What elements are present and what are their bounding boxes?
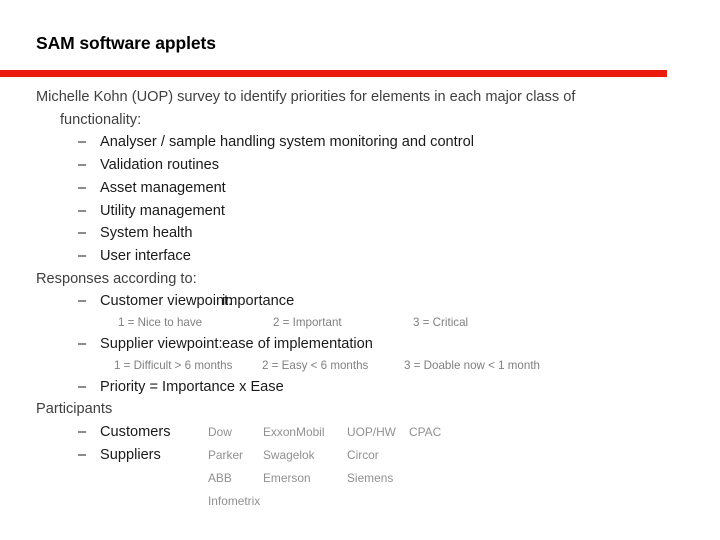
dash-bullet-icon: – [78, 202, 87, 219]
supplier-company-list-row3: Infometrix [36, 490, 696, 513]
company-name: Swagelok [263, 447, 315, 462]
slide-body: Michelle Kohn (UOP) survey to identify p… [36, 86, 696, 513]
customer-viewpoint-label: Customer viewpoint: [100, 293, 233, 310]
dash-bullet-icon: – [78, 424, 87, 441]
supplier-viewpoint-row: – Supplier viewpoint:ease of implementat… [36, 333, 696, 356]
participants-suppliers-row: – Suppliers Parker Swagelok Circor [36, 444, 696, 467]
dash-bullet-icon: – [78, 247, 87, 264]
list-item: – User interface [36, 245, 696, 268]
company-name: Siemens [347, 470, 394, 485]
functionality-list: – Analyser / sample handling system moni… [36, 131, 696, 267]
company-name: UOP/HW [347, 425, 396, 440]
dash-bullet-icon: – [78, 157, 87, 174]
customer-scale-1: 1 = Nice to have [118, 316, 203, 330]
company-name: CPAC [409, 425, 442, 440]
participants-customers-label: Customers [100, 424, 171, 441]
list-item: – Analyser / sample handling system moni… [36, 131, 696, 154]
title-divider-rule [0, 70, 667, 77]
list-item: – Validation routines [36, 154, 696, 177]
slide: SAM software applets Michelle Kohn (UOP)… [0, 0, 720, 540]
company-name: Circor [347, 447, 379, 462]
dash-bullet-icon: – [78, 179, 87, 196]
dash-bullet-icon: – [78, 378, 87, 395]
supplier-company-list-row2: ABB Emerson Siemens [36, 467, 696, 490]
priority-formula-row: – Priority = Importance x Ease [36, 376, 696, 399]
company-name: Parker [208, 447, 244, 462]
dash-bullet-icon: – [78, 134, 87, 151]
supplier-company-list: Parker Swagelok Circor [208, 444, 409, 467]
company-name: ExxonMobil [263, 425, 325, 440]
supplier-viewpoint-value: ease of implementation [222, 336, 373, 353]
customer-viewpoint-value: importance [222, 293, 295, 310]
supplier-scale-2: 2 = Easy < 6 months [262, 358, 369, 372]
list-item-label: System health [100, 225, 193, 242]
dash-bullet-icon: – [78, 225, 87, 242]
supplier-scale-1: 1 = Difficult > 6 months [114, 358, 233, 372]
page-title: SAM software applets [36, 33, 216, 53]
list-item-label: User interface [100, 247, 191, 264]
list-item-label: Utility management [100, 202, 225, 219]
company-name: ABB [208, 470, 232, 485]
intro-line: Michelle Kohn (UOP) survey to identify p… [36, 89, 576, 105]
list-item: – Asset management [36, 177, 696, 200]
list-item-label: Validation routines [100, 157, 219, 174]
participants-heading: Participants [36, 401, 113, 418]
dash-bullet-icon: – [78, 446, 87, 463]
supplier-scale: 1 = Difficult > 6 months 2 = Easy < 6 mo… [36, 356, 696, 376]
priority-formula-label: Priority = Importance x Ease [100, 378, 284, 395]
supplier-scale-3: 3 = Doable now < 1 month [404, 358, 540, 372]
company-name: Infometrix [208, 493, 261, 508]
customer-scale: 1 = Nice to have 2 = Important 3 = Criti… [36, 313, 696, 333]
customer-viewpoint-row: – Customer viewpoint:importance [36, 290, 696, 313]
list-item-label: Asset management [100, 179, 226, 196]
dash-bullet-icon: – [78, 336, 87, 353]
responses-heading: Responses according to: [36, 270, 197, 287]
participants-suppliers-label: Suppliers [100, 446, 161, 463]
list-item-label: Analyser / sample handling system monito… [100, 134, 474, 151]
list-item: – Utility management [36, 200, 696, 223]
intro-continuation: functionality: [60, 111, 142, 128]
participants-customers-row: – Customers Dow ExxonMobil UOP/HW CPAC [36, 421, 696, 444]
list-item: – System health [36, 222, 696, 245]
customer-scale-2: 2 = Important [273, 316, 342, 330]
company-name: Emerson [263, 470, 311, 485]
dash-bullet-icon: – [78, 293, 87, 310]
customer-company-list: Dow ExxonMobil UOP/HW CPAC [208, 421, 469, 444]
customer-scale-3: 3 = Critical [413, 316, 469, 330]
company-name: Dow [208, 425, 232, 440]
supplier-viewpoint-label: Supplier viewpoint: [100, 336, 223, 353]
